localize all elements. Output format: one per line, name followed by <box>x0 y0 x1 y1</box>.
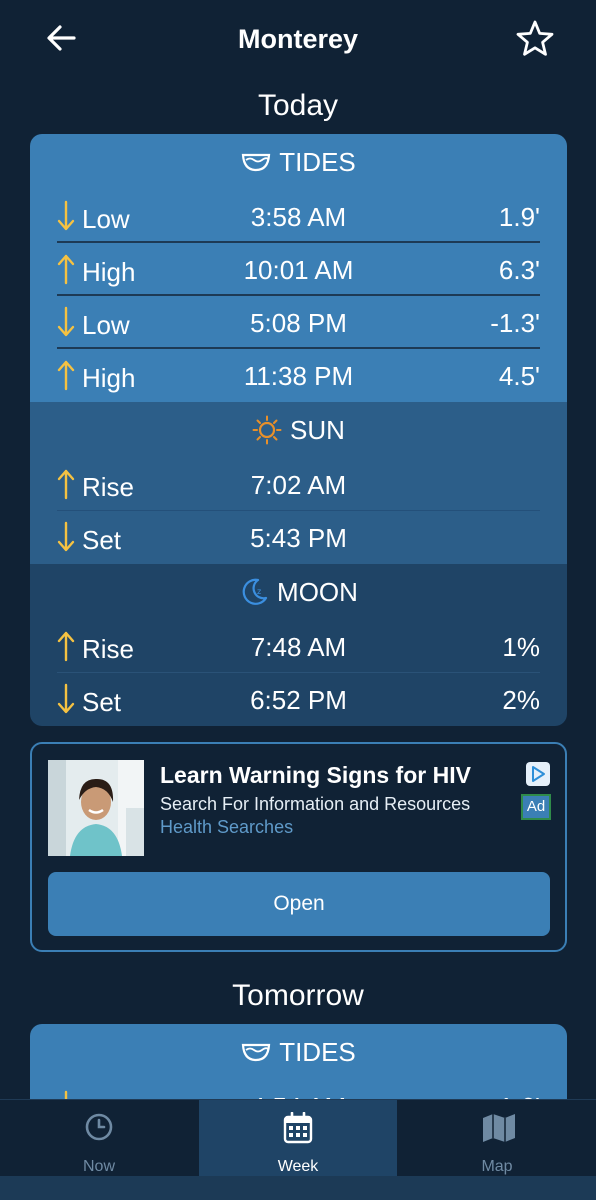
ad-banner[interactable]: Learn Warning Signs for HIV Search For I… <box>30 742 567 952</box>
star-icon <box>516 20 554 56</box>
moon-label: MOON <box>277 576 358 607</box>
today-card: TIDES Low 3:58 AM 1.9' High 10:01 AM 6.3' Low 5… <box>30 134 567 726</box>
tomorrow-tides-header: TIDES <box>30 1024 567 1080</box>
clock-icon <box>85 1113 113 1141</box>
data-row: Rise 7:48 AM 1% <box>57 620 540 673</box>
today-heading: Today <box>257 89 339 122</box>
moon-rows: Rise 7:48 AM 1% Set 6:52 PM 2% <box>30 620 567 726</box>
sun-rows: Rise 7:02 AM Set 5:43 PM <box>30 458 567 564</box>
row-time: 5:43 PM <box>250 523 347 553</box>
row-time: 7:48 AM <box>250 632 347 662</box>
calendar-icon <box>283 1112 313 1144</box>
row-value: 6.3' <box>498 255 540 285</box>
ad-source: Health Searches <box>160 817 294 837</box>
moon-header: z MOON <box>30 564 567 620</box>
ad-image[interactable] <box>48 760 144 856</box>
data-row: Set 6:52 PM 2% <box>57 673 540 726</box>
sun-header: SUN <box>30 402 567 458</box>
row-value: 1.9' <box>498 202 540 232</box>
row-value: 2% <box>502 685 540 715</box>
moon-icon: z <box>242 578 268 605</box>
data-row: Set 5:43 PM <box>57 511 540 564</box>
tides-label: TIDES <box>279 146 356 177</box>
row-time: 7:02 AM <box>250 470 347 500</box>
sun-icon <box>252 415 282 445</box>
ad-choices-button[interactable] <box>526 762 550 786</box>
tab-map[interactable]: Map <box>398 1100 596 1178</box>
tab-week[interactable]: Week <box>199 1100 397 1178</box>
row-time: 5:08 PM <box>250 308 347 338</box>
tides-rows: Low 3:58 AM 1.9' High 10:01 AM 6.3' Low 5:08 PM… <box>30 190 567 402</box>
data-row: Low 3:58 AM 1.9' <box>57 190 540 243</box>
ad-choices-icon <box>532 766 545 782</box>
tab-map-label: Map <box>481 1158 513 1175</box>
row-time: 6:52 PM <box>250 685 347 715</box>
row-value: 4.5' <box>498 361 540 391</box>
row-value: -1.3' <box>490 308 540 338</box>
tab-now-label: Now <box>82 1158 115 1175</box>
sun-label: SUN <box>290 414 345 445</box>
data-row: Rise 7:02 AM <box>57 458 540 511</box>
data-row: Low 5:08 PM -1.3' <box>57 296 540 349</box>
tides-header: TIDES <box>30 134 567 190</box>
sun-panel: SUN Rise 7:02 AM Set 5:43 PM <box>30 402 567 564</box>
ad-open-button[interactable]: Open <box>48 872 550 936</box>
tab-week-label: Week <box>277 1158 319 1175</box>
ad-title[interactable]: Learn Warning Signs for HIV <box>160 762 471 789</box>
home-indicator-area <box>0 1176 596 1200</box>
map-icon <box>483 1114 515 1142</box>
wave-bowl-icon <box>242 1043 271 1062</box>
tomorrow-tides-label: TIDES <box>279 1036 356 1067</box>
ad-badge: Ad <box>521 794 551 820</box>
row-time: 3:58 AM <box>250 202 347 232</box>
tab-now[interactable]: Now <box>0 1100 198 1178</box>
data-row: High 10:01 AM 6.3' <box>57 243 540 296</box>
top-bar: Monterey <box>0 0 596 76</box>
wave-bowl-icon <box>242 153 271 172</box>
tides-panel: TIDES Low 3:58 AM 1.9' High 10:01 AM 6.3' Low 5… <box>30 134 567 402</box>
data-row: High 11:38 PM 4.5' <box>57 349 540 402</box>
moon-panel: z MOON Rise 7:48 AM 1% Set 6:52 PM 2% <box>30 564 567 726</box>
location-title: Monterey <box>237 24 359 54</box>
svg-text:z: z <box>257 587 261 596</box>
favorite-button[interactable] <box>514 18 556 60</box>
row-value: 1% <box>502 632 540 662</box>
row-time: 11:38 PM <box>243 361 354 391</box>
row-time: 10:01 AM <box>243 255 354 285</box>
ad-subtitle: Search For Information and Resources <box>160 794 471 814</box>
tomorrow-heading: Tomorrow <box>232 979 364 1012</box>
